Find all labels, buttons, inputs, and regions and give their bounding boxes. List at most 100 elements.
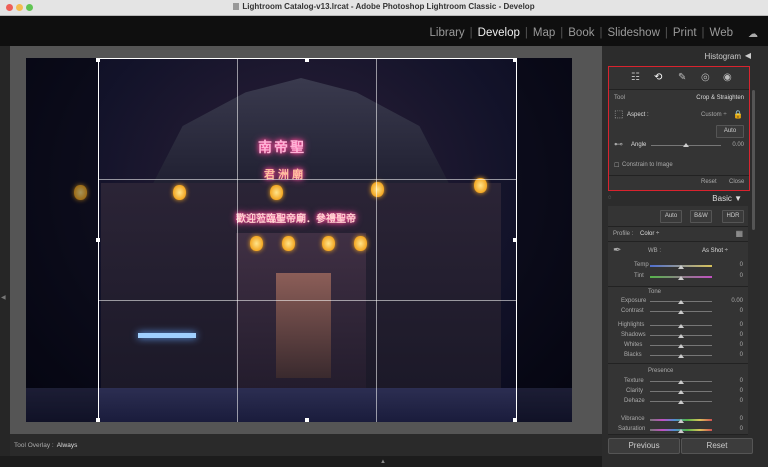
- module-library[interactable]: Library: [425, 27, 470, 39]
- aspect-select[interactable]: Custom ÷: [701, 112, 727, 118]
- crop-close-button[interactable]: Close: [729, 179, 744, 185]
- highlights-label: Highlights: [618, 322, 645, 328]
- crop-grid-line: [237, 58, 238, 422]
- tool-name: Crop & Straighten: [696, 95, 744, 101]
- panel-visibility-icon[interactable]: ◌: [608, 195, 612, 201]
- module-slideshow[interactable]: Slideshow: [602, 27, 664, 39]
- saturation-slider-thumb[interactable]: [678, 429, 684, 433]
- treatment-row: Auto B&W HDR: [608, 206, 748, 227]
- angle-slider-thumb[interactable]: [683, 143, 689, 147]
- wb-label: WB :: [648, 248, 661, 254]
- crop-handle-top[interactable]: [305, 58, 309, 62]
- highlights-value[interactable]: 0: [740, 322, 743, 328]
- module-print[interactable]: Print: [668, 27, 702, 39]
- angle-value[interactable]: 0.00: [732, 142, 744, 148]
- vibrance-label: Vibrance: [621, 416, 645, 422]
- right-panel-scrollbar[interactable]: [752, 90, 755, 230]
- red-eye-icon[interactable]: ◎: [701, 72, 710, 83]
- profile-select[interactable]: Color ÷: [640, 231, 659, 237]
- bw-button[interactable]: B&W: [690, 210, 712, 223]
- temp-label: Temp: [634, 262, 649, 268]
- edit-sliders-icon[interactable]: ☷: [631, 72, 640, 83]
- contrast-label: Contrast: [621, 308, 644, 314]
- crop-handle-top-right[interactable]: [513, 58, 517, 62]
- texture-value[interactable]: 0: [740, 378, 743, 384]
- lock-icon[interactable]: 🔒: [733, 110, 743, 119]
- basic-header[interactable]: ◌ Basic ▼: [608, 193, 748, 205]
- auto-tone-button[interactable]: Auto: [660, 210, 682, 223]
- exposure-value[interactable]: 0.00: [731, 298, 743, 304]
- whites-value[interactable]: 0: [740, 342, 743, 348]
- clarity-slider-thumb[interactable]: [678, 390, 684, 394]
- clarity-value[interactable]: 0: [740, 388, 743, 394]
- texture-label: Texture: [624, 378, 644, 384]
- cloud-sync-icon[interactable]: ☁: [748, 29, 758, 40]
- shadows-slider-thumb[interactable]: [678, 334, 684, 338]
- module-map[interactable]: Map: [528, 27, 560, 39]
- blacks-label: Blacks: [624, 352, 642, 358]
- exposure-slider-thumb[interactable]: [678, 300, 684, 304]
- profile-row: Profile : Color ÷ ▦: [608, 227, 748, 242]
- shadows-value[interactable]: 0: [740, 332, 743, 338]
- crop-tool-icon[interactable]: ⟲: [654, 72, 662, 83]
- shadows-label: Shadows: [621, 332, 646, 338]
- crop-handle-bottom-right[interactable]: [513, 418, 517, 422]
- white-balance-section: ✒ WB : As Shot ÷ Temp 0 Tint 0: [608, 242, 748, 287]
- crop-handle-right[interactable]: [513, 238, 517, 242]
- masking-icon[interactable]: ◉: [723, 72, 732, 83]
- whites-slider-thumb[interactable]: [678, 344, 684, 348]
- contrast-value[interactable]: 0: [740, 308, 743, 314]
- blacks-slider-thumb[interactable]: [678, 354, 684, 358]
- expand-filmstrip-icon[interactable]: ▲: [380, 459, 386, 465]
- dehaze-slider-thumb[interactable]: [678, 400, 684, 404]
- previous-button[interactable]: Previous: [608, 438, 680, 454]
- crop-handle-bottom-left[interactable]: [96, 418, 100, 422]
- vibrance-slider-thumb[interactable]: [678, 419, 684, 423]
- document-icon: [233, 3, 240, 10]
- basic-collapse-icon[interactable]: ▼: [734, 194, 742, 203]
- dehaze-value[interactable]: 0: [740, 398, 743, 404]
- contrast-slider-thumb[interactable]: [678, 310, 684, 314]
- profile-browser-icon[interactable]: ▦: [735, 229, 743, 238]
- reset-button[interactable]: Reset: [681, 438, 753, 454]
- crop-reset-button[interactable]: Reset: [701, 179, 717, 185]
- window-title: Lightroom Catalog-v13.lrcat - Adobe Phot…: [0, 2, 768, 11]
- temp-value[interactable]: 0: [740, 262, 743, 268]
- blacks-value[interactable]: 0: [740, 352, 743, 358]
- presence-title: Presence: [648, 368, 674, 374]
- straighten-tool-icon[interactable]: ⊷: [614, 139, 623, 150]
- saturation-value[interactable]: 0: [740, 426, 743, 432]
- constrain-checkbox[interactable]: ☐: [614, 162, 619, 169]
- auto-straighten-button[interactable]: Auto: [716, 125, 744, 138]
- crop-handle-top-left[interactable]: [96, 58, 100, 62]
- histogram-toggle-icon[interactable]: ◀: [745, 51, 751, 60]
- module-develop[interactable]: Develop: [473, 27, 525, 39]
- tool-overlay-control[interactable]: Tool Overlay : Always: [14, 442, 77, 449]
- wb-select[interactable]: As Shot ÷: [702, 248, 728, 254]
- texture-slider-thumb[interactable]: [678, 380, 684, 384]
- crop-handle-left[interactable]: [96, 238, 100, 242]
- crop-handle-bottom[interactable]: [305, 418, 309, 422]
- crop-grid-line: [98, 300, 516, 301]
- crop-grid-line: [98, 179, 516, 180]
- histogram-header[interactable]: Histogram ◀: [602, 50, 754, 64]
- clarity-label: Clarity: [626, 388, 644, 394]
- crop-frame[interactable]: [98, 58, 517, 422]
- tint-slider-thumb[interactable]: [678, 276, 684, 280]
- eyedropper-icon[interactable]: ✒: [613, 245, 621, 256]
- photo-preview[interactable]: 南帝聖 君 洲 廟 歡迎蒞臨聖帝廟．參禮聖帝: [26, 58, 572, 422]
- dehaze-label: Dehaze: [624, 398, 645, 404]
- highlights-slider-thumb[interactable]: [678, 324, 684, 328]
- hdr-button[interactable]: HDR: [722, 210, 744, 223]
- expand-left-panel-icon[interactable]: ◀: [1, 294, 6, 301]
- module-book[interactable]: Book: [563, 27, 599, 39]
- healing-tool-icon[interactable]: ✎: [678, 72, 686, 83]
- temp-slider-thumb[interactable]: [678, 265, 684, 269]
- vibrance-value[interactable]: 0: [740, 416, 743, 422]
- module-web[interactable]: Web: [705, 27, 738, 39]
- tool-overlay-value[interactable]: Always: [57, 442, 78, 449]
- window-titlebar: Lightroom Catalog-v13.lrcat - Adobe Phot…: [0, 0, 768, 16]
- presence-section: Presence Texture 0 Clarity 0 Dehaze 0 Vi…: [608, 364, 748, 435]
- tint-value[interactable]: 0: [740, 273, 743, 279]
- module-picker-bar: Library | Develop | Map | Book | Slideshow | Print…: [0, 16, 768, 46]
